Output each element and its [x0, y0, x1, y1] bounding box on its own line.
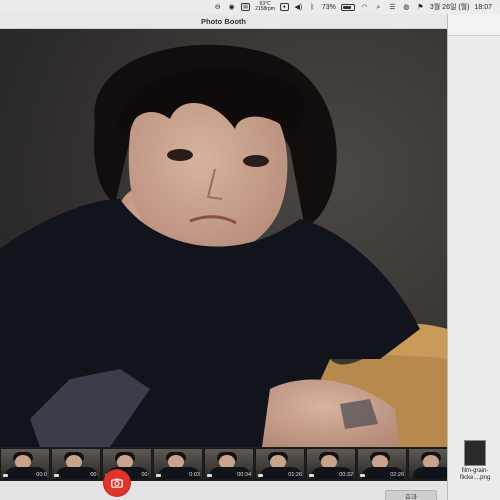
- window-titlebar[interactable]: Photo Booth: [0, 14, 447, 29]
- control-bar: [0, 481, 447, 500]
- video-icon: [156, 474, 161, 477]
- app-icon[interactable]: ●: [279, 3, 289, 11]
- thumbnail-duration: 0:03: [189, 472, 200, 478]
- flag-icon[interactable]: ⚑: [416, 3, 425, 12]
- menubar-time[interactable]: 18:07: [474, 4, 492, 11]
- thumbnail[interactable]: 00:34: [204, 448, 254, 480]
- video-icon: [309, 474, 314, 477]
- video-icon: [360, 474, 365, 477]
- temperature-readout[interactable]: 63°C 2158rpm: [255, 2, 275, 12]
- desktop-file[interactable]: film-grain-flicke....png: [452, 440, 498, 496]
- siri-icon[interactable]: ◍: [402, 3, 411, 12]
- thumbnail[interactable]: 00:32: [306, 448, 356, 480]
- bluetooth-icon[interactable]: ᛒ: [308, 3, 317, 12]
- thumbnail[interactable]: 01:26: [255, 448, 305, 480]
- thumbnail[interactable]: 0:03: [153, 448, 203, 480]
- background-window: [444, 14, 500, 500]
- file-label: film-grain-flicke....png: [459, 468, 491, 481]
- thumbnail-strip[interactable]: 00:0 00: 00: 0:03 00:34 01:26 00:32 02:2…: [0, 447, 447, 481]
- volume-icon[interactable]: ◀): [294, 3, 303, 12]
- menubar-date[interactable]: 3월 26일 (월): [430, 2, 470, 12]
- video-icon: [3, 474, 8, 477]
- thumbnail-duration: 00:: [90, 472, 98, 478]
- battery-percent: 73%: [321, 3, 336, 11]
- video-icon: [207, 474, 212, 477]
- camera-feed-image: [0, 29, 447, 447]
- thumbnail[interactable]: 00:: [51, 448, 101, 480]
- menu-bar: ⊖ ◉ ▤ 63°C 2158rpm ● ◀) ᛒ 73% ◠ ⌕ ☰ ◍ ⚑ …: [0, 0, 500, 14]
- camera-preview: [0, 29, 447, 447]
- thumbnail-duration: 00:: [141, 472, 149, 478]
- minus-circle-icon[interactable]: ⊖: [213, 3, 222, 12]
- camera-icon: [111, 478, 123, 488]
- search-icon[interactable]: ⌕: [374, 3, 383, 12]
- effects-button[interactable]: 효과: [385, 490, 437, 500]
- battery-icon[interactable]: [340, 3, 355, 11]
- video-icon: [258, 474, 263, 477]
- chat-bubble-icon[interactable]: ◉: [227, 3, 236, 12]
- wifi-icon[interactable]: ◠: [360, 3, 369, 12]
- background-window-toolbar: [445, 14, 500, 36]
- thumbnail-duration: 01:26: [288, 472, 302, 478]
- photo-booth-window: Photo Booth 00:0 00: 00: 0:03 00:34 01:2…: [0, 14, 448, 500]
- thumbnail[interactable]: 02:26: [357, 448, 407, 480]
- video-icon: [54, 474, 59, 477]
- shutter-button[interactable]: [104, 470, 130, 496]
- thumbnail-duration: 00:32: [339, 472, 353, 478]
- fan-speed-value: 2158rpm: [255, 6, 275, 12]
- stats-icon[interactable]: ▤: [241, 3, 251, 11]
- thumbnail-duration: 00:34: [237, 472, 251, 478]
- file-thumbnail: [464, 440, 486, 466]
- thumbnail-duration: 00:0: [36, 472, 47, 478]
- thumbnail[interactable]: 00:0: [0, 448, 50, 480]
- control-center-icon[interactable]: ☰: [388, 3, 397, 12]
- thumbnail[interactable]: [408, 448, 447, 480]
- window-title: Photo Booth: [201, 16, 246, 26]
- thumbnail-duration: 02:26: [390, 472, 404, 478]
